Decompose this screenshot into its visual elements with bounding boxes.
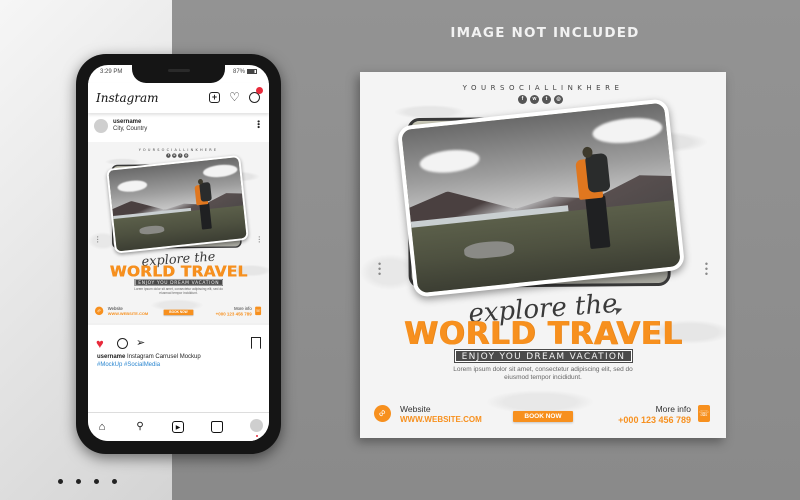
right-dots-decoration: • • • [704,259,708,279]
mini-social-icons: f w t ◎ [166,153,189,158]
main-title: WORLD TRAVEL [403,316,683,352]
facebook-icon: f [518,95,527,104]
more-options-icon[interactable]: ••• [254,120,263,128]
battery-icon [247,69,257,74]
twitter-icon: t [542,95,551,104]
post-location: City, Country [113,126,148,132]
phone-mockup: 3:29 PM 87% Instagram + ♡ username City,… [76,54,281,454]
hiker-backpack [584,152,611,193]
post-username[interactable]: username [113,119,141,125]
reels-icon[interactable]: ▶ [172,421,184,433]
post-caption: username Instagram Carrusel Mockup [97,354,201,360]
image-not-included-banner: IMAGE NOT INCLUDED [450,25,640,41]
comment-icon[interactable] [117,338,128,349]
book-now-button[interactable]: BOOK NOW [513,411,573,422]
mini-website-value: WWW.WEBSITE.COM [107,311,149,317]
pager-dot[interactable] [112,479,117,484]
post-hashtags[interactable]: #MockUp #SocialMedia [97,362,160,368]
heart-icon[interactable]: ♡ [229,91,240,103]
post-image-thumbnail[interactable]: YOURSOCIALLINKHERE f w t ◎ • • • • • • explore t… [88,142,269,325]
plus-square-icon[interactable]: + [209,92,220,103]
shop-icon[interactable] [211,421,223,433]
mini-main-title: WORLD TRAVEL [109,262,248,281]
profile-avatar[interactable] [250,419,263,432]
pager-dots [58,479,117,484]
phone-screen: 3:29 PM 87% Instagram + ♡ username City,… [88,65,269,441]
mini-more-info: More info [234,306,252,312]
phone-notch [132,65,225,83]
link-icon: ∞ [370,401,395,426]
instagram-top-bar: Instagram + ♡ [88,83,269,113]
instagram-icon: ◎ [183,153,189,158]
post-header: username City, Country ••• [88,117,269,139]
heart-filled-icon[interactable]: ♥ [96,337,104,351]
whatsapp-icon: w [530,95,539,104]
send-icon[interactable]: ➢ [136,336,145,349]
social-icons: f w t ◎ [518,95,563,104]
search-icon[interactable]: ⚲ [134,421,146,433]
mini-post-design: YOURSOCIALLINKHERE f w t ◎ • • • • • • explore t… [88,142,269,323]
battery-percent: 87% [232,69,245,76]
post-footer: ∞ Website WWW.WEBSITE.COM BOOK NOW More … [360,399,726,429]
website-value: WWW.WEBSITE.COM [400,415,482,424]
speaker [168,69,190,72]
avatar[interactable] [94,119,108,133]
pager-dot[interactable] [94,479,99,484]
profile-notification-dot [256,435,258,437]
phonebook-icon: ☏ [255,306,262,316]
mini-phone-value: +000 123 456 789 [215,311,252,317]
mini-website-label: Website [107,306,123,312]
mini-travel-photo [106,154,249,254]
mini-social-link: YOURSOCIALLINKHERE [138,147,219,152]
caption-text: Instagram Carrusel Mockup [127,354,201,360]
post-actions: ♥ ➢ [88,337,269,353]
subtitle-banner: ENJOY YOU DREAM VACATION [454,349,633,363]
pager-dot[interactable] [76,479,81,484]
home-icon[interactable]: ⌂ [96,421,108,433]
link-icon: ∞ [93,304,106,317]
mini-footer: ∞ Website WWW.WEBSITE.COM BOOK NOW More … [88,304,269,319]
instagram-logo[interactable]: Instagram [96,91,159,105]
mini-body: Lorem ipsum dolor sit amet, consectetur … [134,287,223,295]
more-info-label: More info [655,404,691,414]
whatsapp-icon: w [172,153,177,158]
instagram-icon: ◎ [554,95,563,104]
status-battery: 87% [233,69,257,75]
social-link-text: YOURSOCIALLINKHERE [462,84,624,92]
travel-photo [396,98,686,298]
notification-badge [256,87,263,94]
caption-username[interactable]: username [97,354,125,360]
facebook-icon: f [166,153,171,158]
bookmark-icon[interactable] [251,337,261,349]
website-label: Website [400,404,431,414]
pager-dot[interactable] [58,479,63,484]
bottom-nav: ⌂ ⚲ ▶ [88,412,269,441]
mini-book-now: BOOK NOW [163,309,194,316]
mini-subtitle: ENJOY YOU DREAM VACATION [134,278,223,286]
phonebook-icon: ☏ [698,405,710,422]
phone-number: +000 123 456 789 [618,415,691,425]
twitter-icon: t [177,153,183,158]
body-text: Lorem ipsum dolor sit amet, consectetur … [453,366,633,381]
social-post-design: YOURSOCIALLINKHERE f w t ◎ • • • • • • explo… [360,72,726,438]
status-time: 3:29 PM [100,69,123,75]
left-dots-decoration: • • • [378,259,382,279]
